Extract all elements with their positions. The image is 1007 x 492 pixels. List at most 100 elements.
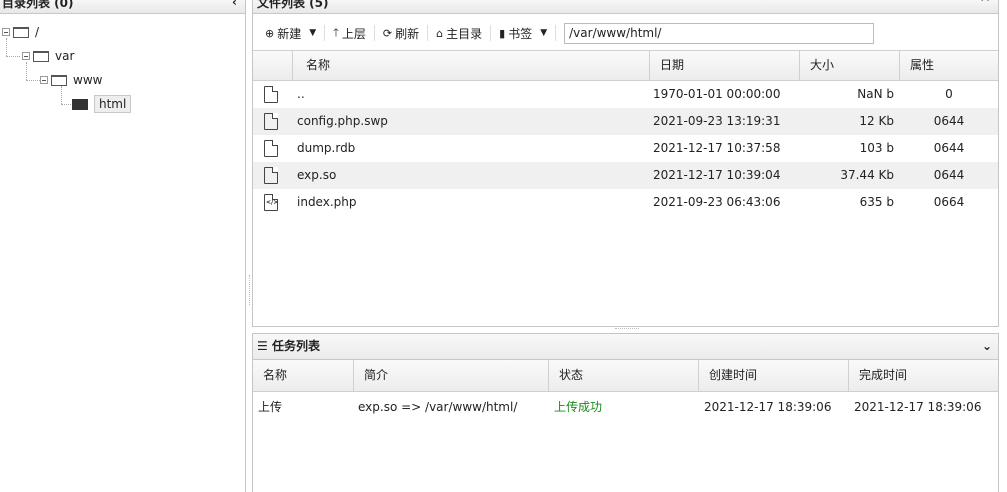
path-input[interactable]: /var/www/html/ <box>564 22 875 44</box>
app-root: 目录列表 (0) ‹ / var www html 文件列表 (5) ^ ⊕ 新… <box>0 0 1007 492</box>
column-header-status[interactable]: 状态 <box>548 360 698 391</box>
file-date: 2021-12-17 10:37:58 <box>653 141 781 155</box>
file-toolbar: ⊕ 新建 ▼ 🡑 上层 ⟳ 刷新 ⌂ 主目录 ▮ 书签 ▼ /var/www/h… <box>253 20 998 46</box>
collapse-left-icon[interactable]: ‹ <box>232 0 237 8</box>
file-panel-header[interactable]: 文件列表 (5) ^ <box>253 0 998 14</box>
code-file-icon <box>264 194 278 211</box>
horizontal-splitter-grip[interactable] <box>615 328 639 329</box>
file-row[interactable]: exp.so 2021-12-17 10:39:04 37.44 Kb 0644 <box>253 162 998 189</box>
file-date: 2021-09-23 06:43:06 <box>653 195 781 209</box>
file-name: config.php.swp <box>297 114 388 128</box>
home-button-label: 主目录 <box>446 26 483 41</box>
file-grid-header: 名称 日期 大小 属性 <box>253 50 998 81</box>
column-header-name[interactable]: 名称 <box>292 51 649 80</box>
refresh-button-label: 刷新 <box>395 26 420 41</box>
file-date: 2021-09-23 13:19:31 <box>653 114 781 128</box>
file-icon <box>264 113 278 130</box>
file-size: 635 b <box>859 195 894 209</box>
task-finished: 2021-12-17 18:39:06 <box>854 400 982 414</box>
home-icon: ⌂ <box>436 26 444 40</box>
collapse-toggle-icon[interactable] <box>40 76 48 84</box>
file-attr: 0644 <box>933 141 965 155</box>
folder-open-icon <box>72 98 88 110</box>
task-desc: exp.so => /var/www/html/ <box>358 400 518 414</box>
new-button[interactable]: ⊕ 新建 ▼ <box>263 22 324 44</box>
folder-icon <box>13 26 29 38</box>
file-name: .. <box>297 87 305 101</box>
column-header-desc[interactable]: 简介 <box>353 360 548 391</box>
bookmark-button-label: 书签 <box>508 26 533 41</box>
tree-node-html[interactable]: html <box>72 95 132 113</box>
collapse-toggle-icon[interactable] <box>22 52 30 60</box>
column-header-name[interactable]: 名称 <box>253 360 353 391</box>
file-date: 2021-12-17 10:39:04 <box>653 168 781 182</box>
home-button[interactable]: ⌂ 主目录 <box>428 22 490 44</box>
file-name: index.php <box>297 195 357 209</box>
file-attr: 0 <box>945 87 953 101</box>
file-icon <box>264 167 278 184</box>
directory-panel-title: 目录列表 (0) <box>2 0 74 10</box>
task-status: 上传成功 <box>554 400 603 414</box>
new-button-label: 新建 <box>277 26 302 41</box>
refresh-icon: ⟳ <box>382 26 393 40</box>
list-icon: ☰ <box>257 339 268 353</box>
task-panel-header[interactable]: ☰ 任务列表 ⌄ <box>253 334 998 360</box>
task-panel: ☰ 任务列表 ⌄ 名称 简介 状态 创建时间 完成时间 上传 exp.so =>… <box>252 333 999 492</box>
directory-panel: 目录列表 (0) ‹ / var www html <box>0 0 246 492</box>
tree-node-label: / <box>35 25 40 39</box>
task-name: 上传 <box>258 400 283 414</box>
task-panel-title: 任务列表 <box>271 339 320 353</box>
tree-node-label-selected: html <box>94 95 132 113</box>
file-icon <box>264 140 278 157</box>
file-size: 37.44 Kb <box>840 168 894 182</box>
bookmark-button[interactable]: ▮ 书签 ▼ <box>491 22 555 44</box>
tree-line <box>6 56 20 57</box>
tree-line <box>61 104 71 105</box>
collapse-down-icon[interactable]: ⌄ <box>982 334 992 359</box>
file-panel: 文件列表 (5) ^ ⊕ 新建 ▼ 🡑 上层 ⟳ 刷新 ⌂ 主目录 ▮ 书签 ▼… <box>252 0 999 327</box>
up-button[interactable]: 🡑 上层 <box>325 22 374 44</box>
directory-panel-header[interactable]: 目录列表 (0) ‹ <box>0 0 245 14</box>
file-date: 1970-01-01 00:00:00 <box>653 87 781 101</box>
tree-node-www[interactable]: www <box>40 71 102 89</box>
collapse-up-icon[interactable]: ^ <box>980 0 990 8</box>
column-header-attr[interactable]: 属性 <box>899 51 999 80</box>
tree-node-label: www <box>73 73 103 87</box>
tree-node-label: var <box>55 49 75 63</box>
splitter-grip[interactable] <box>249 275 250 305</box>
file-size: NaN b <box>857 87 894 101</box>
file-name: dump.rdb <box>297 141 356 155</box>
file-size: 12 Kb <box>859 114 894 128</box>
column-header-created[interactable]: 创建时间 <box>698 360 848 391</box>
file-row[interactable]: index.php 2021-09-23 06:43:06 635 b 0664 <box>253 189 998 216</box>
refresh-button[interactable]: ⟳ 刷新 <box>375 22 427 44</box>
file-row[interactable]: .. 1970-01-01 00:00:00 NaN b 0 <box>253 81 998 108</box>
toolbar-divider <box>555 25 557 41</box>
file-name: exp.so <box>297 168 337 182</box>
column-header-date[interactable]: 日期 <box>649 51 799 80</box>
tree-node-root[interactable]: / <box>2 23 39 41</box>
file-row[interactable]: config.php.swp 2021-09-23 13:19:31 12 Kb… <box>253 108 998 135</box>
file-attr: 0644 <box>933 114 965 128</box>
file-icon <box>264 86 278 103</box>
task-created: 2021-12-17 18:39:06 <box>704 400 832 414</box>
file-size: 103 b <box>859 141 894 155</box>
file-row[interactable]: dump.rdb 2021-12-17 10:37:58 103 b 0644 <box>253 135 998 162</box>
column-header-size[interactable]: 大小 <box>799 51 899 80</box>
collapse-toggle-icon[interactable] <box>2 28 10 36</box>
up-button-label: 上层 <box>341 26 366 41</box>
tree-line <box>26 80 40 81</box>
file-attr: 0664 <box>933 195 965 209</box>
plus-circle-icon: ⊕ <box>265 26 275 40</box>
column-header-finished[interactable]: 完成时间 <box>848 360 1000 391</box>
file-attr: 0644 <box>933 168 965 182</box>
folder-icon <box>33 50 49 62</box>
arrow-up-icon: 🡑 <box>333 25 339 39</box>
bookmark-icon: ▮ <box>499 26 506 40</box>
task-row[interactable]: 上传 exp.so => /var/www/html/ 上传成功 2021-12… <box>253 394 998 420</box>
task-grid-header: 名称 简介 状态 创建时间 完成时间 <box>253 360 998 392</box>
tree-node-var[interactable]: var <box>22 47 74 65</box>
dropdown-caret-icon: ▼ <box>540 28 548 38</box>
file-grid: 名称 日期 大小 属性 .. 1970-01-01 00:00:00 NaN b… <box>253 50 998 216</box>
dropdown-caret-icon: ▼ <box>309 28 317 38</box>
